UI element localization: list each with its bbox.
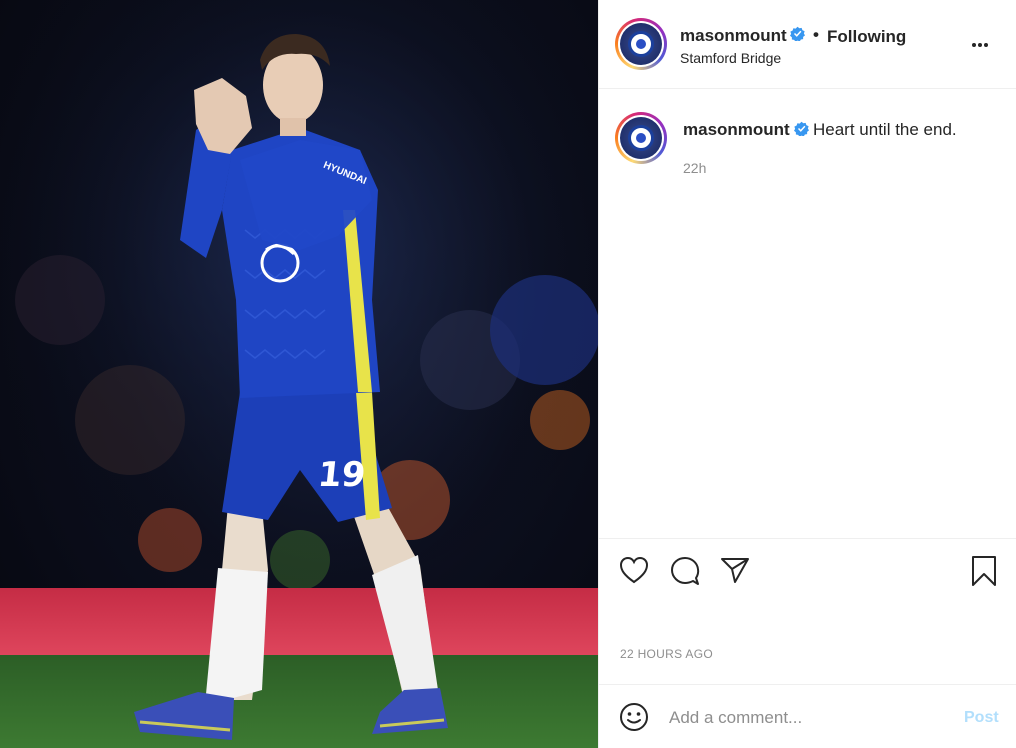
- post-side-panel: masonmount • Following Stamford Bridge m…: [598, 0, 1016, 748]
- caption-username[interactable]: masonmount: [683, 120, 790, 140]
- comment-icon[interactable]: [670, 556, 700, 586]
- emoji-icon[interactable]: [619, 702, 649, 732]
- bookmark-icon[interactable]: [971, 555, 997, 587]
- post-header: masonmount • Following Stamford Bridge: [599, 0, 1016, 89]
- action-bar-divider: [599, 538, 1016, 539]
- location-link[interactable]: Stamford Bridge: [680, 50, 781, 66]
- caption-time[interactable]: 22h: [683, 160, 706, 176]
- player-illustration: [0, 0, 598, 748]
- more-icon[interactable]: [971, 34, 995, 54]
- caption-avatar[interactable]: [615, 112, 667, 164]
- post-button[interactable]: Post: [964, 709, 999, 727]
- share-icon[interactable]: [720, 556, 750, 584]
- chelsea-crest-icon: [620, 23, 662, 65]
- jersey-number: 19: [315, 455, 368, 495]
- post-photo[interactable]: 19 HYUNDAI: [0, 0, 598, 748]
- caption-text: Heart until the end.: [813, 120, 957, 139]
- chelsea-crest-icon: [620, 117, 662, 159]
- header-username[interactable]: masonmount: [680, 26, 787, 46]
- following-button[interactable]: Following: [827, 27, 906, 47]
- comment-input[interactable]: [669, 703, 949, 733]
- verified-icon: [794, 121, 809, 136]
- verified-icon: [790, 26, 805, 41]
- header-avatar[interactable]: [615, 18, 667, 70]
- header-separator: •: [813, 25, 819, 44]
- post-timestamp[interactable]: 22 HOURS AGO: [620, 647, 713, 661]
- heart-icon[interactable]: [619, 556, 649, 584]
- comment-bar: Post: [599, 684, 1016, 748]
